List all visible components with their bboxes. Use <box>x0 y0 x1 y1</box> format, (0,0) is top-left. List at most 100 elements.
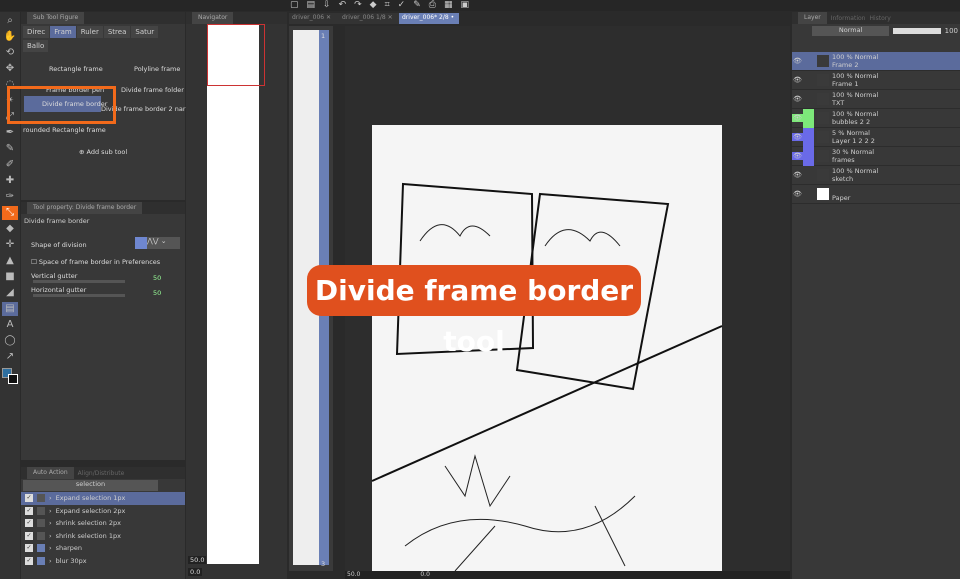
subtab-stream[interactable]: Strea <box>103 26 131 38</box>
eye-icon[interactable]: 👁 <box>792 171 803 179</box>
horizontal-gutter-value[interactable]: 50 <box>153 289 161 297</box>
tab-layer[interactable]: Layer <box>798 12 827 24</box>
navigator-preview[interactable] <box>207 24 265 564</box>
frame-border-tool-icon[interactable]: ⤡ <box>2 206 18 220</box>
chevron-right-icon[interactable]: › <box>49 494 52 502</box>
text-icon[interactable]: A <box>2 318 18 332</box>
subtab-ruler[interactable]: Ruler <box>76 26 103 38</box>
navigator-zoom[interactable]: 50.0 <box>188 556 207 564</box>
vertical-gutter-value[interactable]: 50 <box>153 274 161 282</box>
check-icon[interactable]: ✓ <box>398 0 406 12</box>
correction-icon[interactable]: ↗ <box>2 350 18 364</box>
action-item[interactable]: ✓ › Expand selection 2px <box>21 505 185 518</box>
subtool-rectangle-frame[interactable]: Rectangle frame <box>49 65 103 73</box>
check-icon[interactable]: ✓ <box>25 544 33 553</box>
eye-icon[interactable]: 👁 <box>792 57 803 65</box>
navigator-angle[interactable]: 0.0 <box>188 568 203 576</box>
frame-icon[interactable]: ▤ <box>2 302 18 316</box>
layer-lock-slot[interactable] <box>803 71 814 90</box>
vertical-gutter-slider[interactable] <box>33 280 125 283</box>
subtool-polyline-frame[interactable]: Polyline frame <box>134 65 180 73</box>
fill-icon[interactable]: ▲ <box>2 254 18 268</box>
horizontal-gutter-slider[interactable] <box>33 294 125 297</box>
blend-icon[interactable]: ✛ <box>2 238 18 252</box>
opacity-value[interactable]: 100 <box>945 27 958 35</box>
move-tool-icon[interactable]: ✥ <box>2 62 18 76</box>
eraser-icon[interactable]: ◆ <box>2 222 18 236</box>
fill-icon[interactable]: ◆ <box>370 0 377 12</box>
eye-icon[interactable]: 👁 <box>792 76 803 84</box>
layer-row[interactable]: 👁 Paper <box>792 185 960 204</box>
subtool-rounded-rectangle-frame[interactable]: rounded Rectangle frame <box>23 126 106 134</box>
opacity-slider[interactable] <box>893 28 941 34</box>
balloon-icon[interactable]: ◯ <box>2 334 18 348</box>
check-icon[interactable]: ✓ <box>25 506 33 515</box>
rotate-tool-icon[interactable]: ⟲ <box>2 46 18 60</box>
layer-lock-slot[interactable] <box>803 108 814 128</box>
tab-history[interactable]: History <box>869 15 890 22</box>
layer-lock-slot[interactable] <box>803 127 814 147</box>
tab-information[interactable]: Information <box>831 15 866 22</box>
layer-lock-slot[interactable] <box>803 166 814 185</box>
chevron-right-icon[interactable]: › <box>49 557 52 565</box>
action-item[interactable]: ✓ › blur 30px <box>21 555 185 568</box>
chevron-right-icon[interactable]: › <box>49 544 52 552</box>
blend-mode-select[interactable]: Normal <box>812 26 890 36</box>
subtab-balloon[interactable]: Ballo <box>23 40 49 52</box>
check-icon[interactable]: ✓ <box>25 519 33 528</box>
eye-icon[interactable]: 👁 <box>792 114 803 122</box>
layer-row[interactable]: 👁 100 % Normal sketch <box>792 166 960 185</box>
pen-icon[interactable]: ✒ <box>2 126 18 140</box>
subtool-divide-frame-folder[interactable]: Divide frame folder <box>121 86 184 94</box>
subtab-direct[interactable]: Direc <box>23 26 50 38</box>
eye-icon[interactable]: 👁 <box>792 133 803 141</box>
tab-align-distribute[interactable]: Align/Distribute <box>78 470 125 477</box>
print-icon[interactable]: ⎙ <box>429 0 436 12</box>
doc-tab[interactable]: driver_006 ✕ <box>289 13 339 24</box>
layer-row[interactable]: 👁 30 % Normal frames <box>792 146 960 166</box>
shape-of-division-select[interactable]: ⋀⋁ ⌄ <box>135 237 180 249</box>
subtab-frame[interactable]: Fram <box>50 26 76 38</box>
eye-icon[interactable]: 👁 <box>792 152 803 160</box>
tab-auto-action[interactable]: Auto Action <box>27 467 74 479</box>
zoom-tool-icon[interactable]: ⌕ <box>2 14 18 28</box>
layer-row[interactable]: 👁 100 % Normal Frame 1 <box>792 71 960 90</box>
eye-icon[interactable]: 👁 <box>792 190 803 198</box>
hand-tool-icon[interactable]: ✋ <box>2 30 18 44</box>
doc-tab-active[interactable]: driver_006* 2/8 • <box>399 13 459 24</box>
layer-row[interactable]: 👁 100 % Normal TXT <box>792 90 960 109</box>
layer-row[interactable]: 👁 100 % Normal bubbles 2 2 <box>792 108 960 128</box>
clip-icon[interactable]: ▣ <box>460 0 469 12</box>
space-preference-checkbox[interactable]: ☐ Space of frame border in Preferences <box>31 258 160 266</box>
eye-icon[interactable]: 👁 <box>792 95 803 103</box>
add-sub-tool-button[interactable]: ⊕ Add sub tool <box>79 148 127 156</box>
canvas-zoom[interactable]: 50.0 <box>347 571 360 579</box>
figure-icon[interactable]: ◢ <box>2 286 18 300</box>
layer-lock-slot[interactable] <box>803 146 814 166</box>
chevron-right-icon[interactable]: › <box>49 519 52 527</box>
check-icon[interactable]: ✓ <box>25 531 33 540</box>
pencil-icon[interactable]: ✎ <box>2 142 18 156</box>
new-icon[interactable]: ▢ <box>290 0 299 12</box>
canvas-area[interactable]: Divide frame border tool <box>307 26 790 571</box>
layer-row[interactable]: 👁 5 % Normal Layer 1 2 2 2 <box>792 127 960 147</box>
layer-lock-slot[interactable] <box>803 185 814 204</box>
action-item[interactable]: ✓ › shrink selection 2px <box>21 517 185 530</box>
subtab-saturated[interactable]: Satur <box>131 26 159 38</box>
gradient-icon[interactable]: ■ <box>2 270 18 284</box>
brush-icon[interactable]: ✐ <box>2 158 18 172</box>
airbrush-icon[interactable]: ✚ <box>2 174 18 188</box>
undo-icon[interactable]: ↶ <box>339 0 347 12</box>
save-icon[interactable]: ⇩ <box>323 0 331 12</box>
canvas-angle[interactable]: 0.0 <box>420 571 430 579</box>
layer-lock-slot[interactable] <box>803 52 814 71</box>
chevron-right-icon[interactable]: › <box>49 532 52 540</box>
color-swatch[interactable] <box>2 368 18 384</box>
action-item[interactable]: ✓ › sharpen <box>21 542 185 555</box>
folder-icon[interactable]: ▦ <box>444 0 453 12</box>
check-icon[interactable]: ✓ <box>25 494 33 503</box>
layer-lock-slot[interactable] <box>803 90 814 109</box>
chevron-right-icon[interactable]: › <box>49 507 52 515</box>
layer-row[interactable]: 👁 100 % Normal Frame 2 <box>792 52 960 71</box>
action-item[interactable]: ✓ › shrink selection 1px <box>21 530 185 543</box>
